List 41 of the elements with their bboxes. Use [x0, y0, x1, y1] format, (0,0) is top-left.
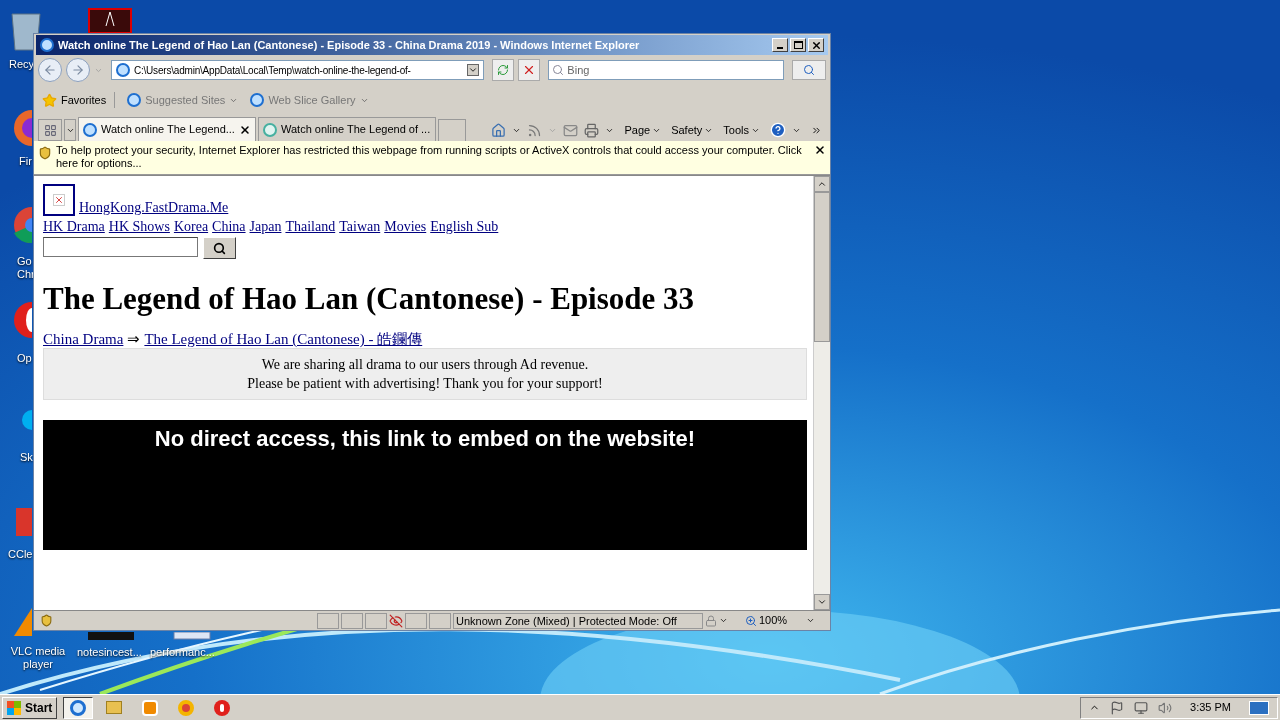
start-button[interactable]: Start: [2, 696, 58, 719]
zoom-button[interactable]: 100%: [745, 612, 815, 629]
notice-text: We are sharing all drama to our users through Ad revenue.: [260, 356, 590, 374]
nav-link[interactable]: HK Shows: [108, 218, 170, 236]
nav-link[interactable]: English Sub: [430, 218, 499, 236]
clock[interactable]: 3:35 PM: [1190, 699, 1231, 716]
episode-heading: The Legend of Hao Lan (Cantonese) - Episode 33: [43, 281, 696, 317]
desktop-icon-label[interactable]: Fir: [19, 155, 32, 168]
desktop-icon-label[interactable]: Go Chr: [17, 255, 35, 281]
search-field[interactable]: Bing: [548, 60, 785, 80]
address-text: C:\Users\admin\AppData\Local\Temp\watch-online-the-legend-of-: [133, 63, 412, 78]
window-title: Watch online The Legend of Hao Lan (Cantonese) - Episode 33 - China Drama 2019 - Windows Internet Explorer: [58, 37, 641, 53]
browser-tab[interactable]: Watch online The Legend of ...: [258, 117, 436, 141]
desktop-icon-label[interactable]: Op: [17, 352, 32, 365]
nav-link[interactable]: Korea: [173, 218, 209, 236]
info-bar[interactable]: To help protect your security, Internet Explorer has restricted this webpage from running scripts or ActiveX controls that could access your computer. Click here for options...: [34, 141, 830, 175]
nav-link[interactable]: Japan: [249, 218, 282, 236]
breadcrumb-separator: ⇒: [127, 331, 141, 348]
site-link[interactable]: HongKong.FastDrama.Me: [79, 200, 229, 216]
nav-link[interactable]: Taiwan: [339, 218, 381, 236]
desktop-icon-label[interactable]: Recy: [9, 58, 35, 71]
nav-link[interactable]: Movies: [384, 218, 427, 236]
command-menu[interactable]: Page: [624, 121, 662, 139]
breadcrumb-link[interactable]: The Legend of Hao Lan (Cantonese) - 皓鑭傳: [144, 331, 423, 348]
desktop-icon-label[interactable]: CCle: [8, 548, 33, 561]
zone-status: Unknown Zone (Mixed) | Protected Mode: Off: [453, 612, 703, 629]
nav-link[interactable]: HK Drama: [43, 218, 105, 236]
player-message: No direct access, this link to embed on the website!: [154, 425, 696, 450]
desktop-icon-label[interactable]: VLC media player: [10, 645, 66, 671]
command-menu[interactable]: Safety: [671, 121, 714, 139]
nav-link[interactable]: Thailand: [285, 218, 336, 236]
address-field[interactable]: C:\Users\admin\AppData\Local\Temp\watch-online-the-legend-of-: [110, 60, 485, 80]
desktop-icon-label[interactable]: Sk: [20, 451, 33, 464]
favorites-button[interactable]: Favorites: [42, 91, 116, 109]
desktop-icon-label[interactable]: notesincest...: [77, 646, 142, 659]
nav-link[interactable]: China: [212, 218, 246, 236]
command-menu[interactable]: Tools: [723, 121, 760, 139]
breadcrumb-link[interactable]: China Drama: [43, 331, 124, 348]
info-bar-message: To help protect your security, Internet Explorer has restricted this webpage from running scripts or ActiveX controls that could access your computer. Click here for options...: [56, 144, 803, 170]
browser-tab[interactable]: Watch online The Legend...: [78, 117, 256, 141]
notice-text: Please be patient with advertising! Thank you for your support!: [246, 375, 604, 393]
